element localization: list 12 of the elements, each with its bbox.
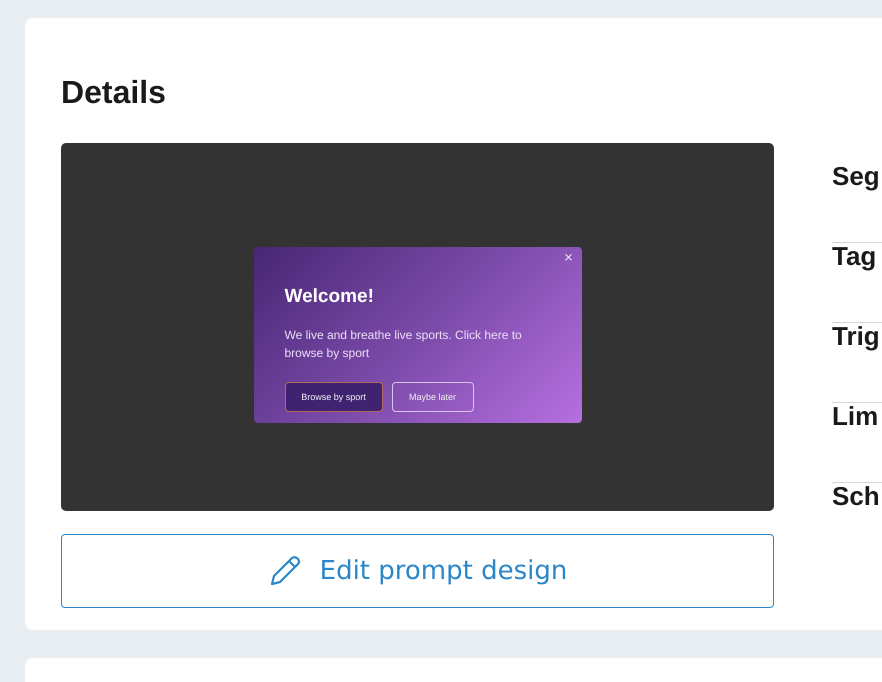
edit-design-button[interactable]: Edit prompt design: [61, 534, 774, 608]
section-heading: Lim: [832, 403, 878, 429]
card-title: Details: [61, 76, 167, 108]
section-heading: Sch: [832, 483, 880, 509]
section-heading: Tag: [832, 243, 876, 269]
prompt-body: We live and breathe live sports. Click here to browse by sport: [284, 327, 523, 362]
section-heading: Seg: [832, 163, 880, 189]
later-button[interactable]: Maybe later: [392, 382, 474, 412]
browse-button[interactable]: Browse by sport: [284, 382, 382, 412]
close-icon[interactable]: ×: [563, 251, 574, 263]
prompt-heading: Welcome!: [284, 287, 375, 306]
section-heading: Trig: [832, 323, 880, 349]
